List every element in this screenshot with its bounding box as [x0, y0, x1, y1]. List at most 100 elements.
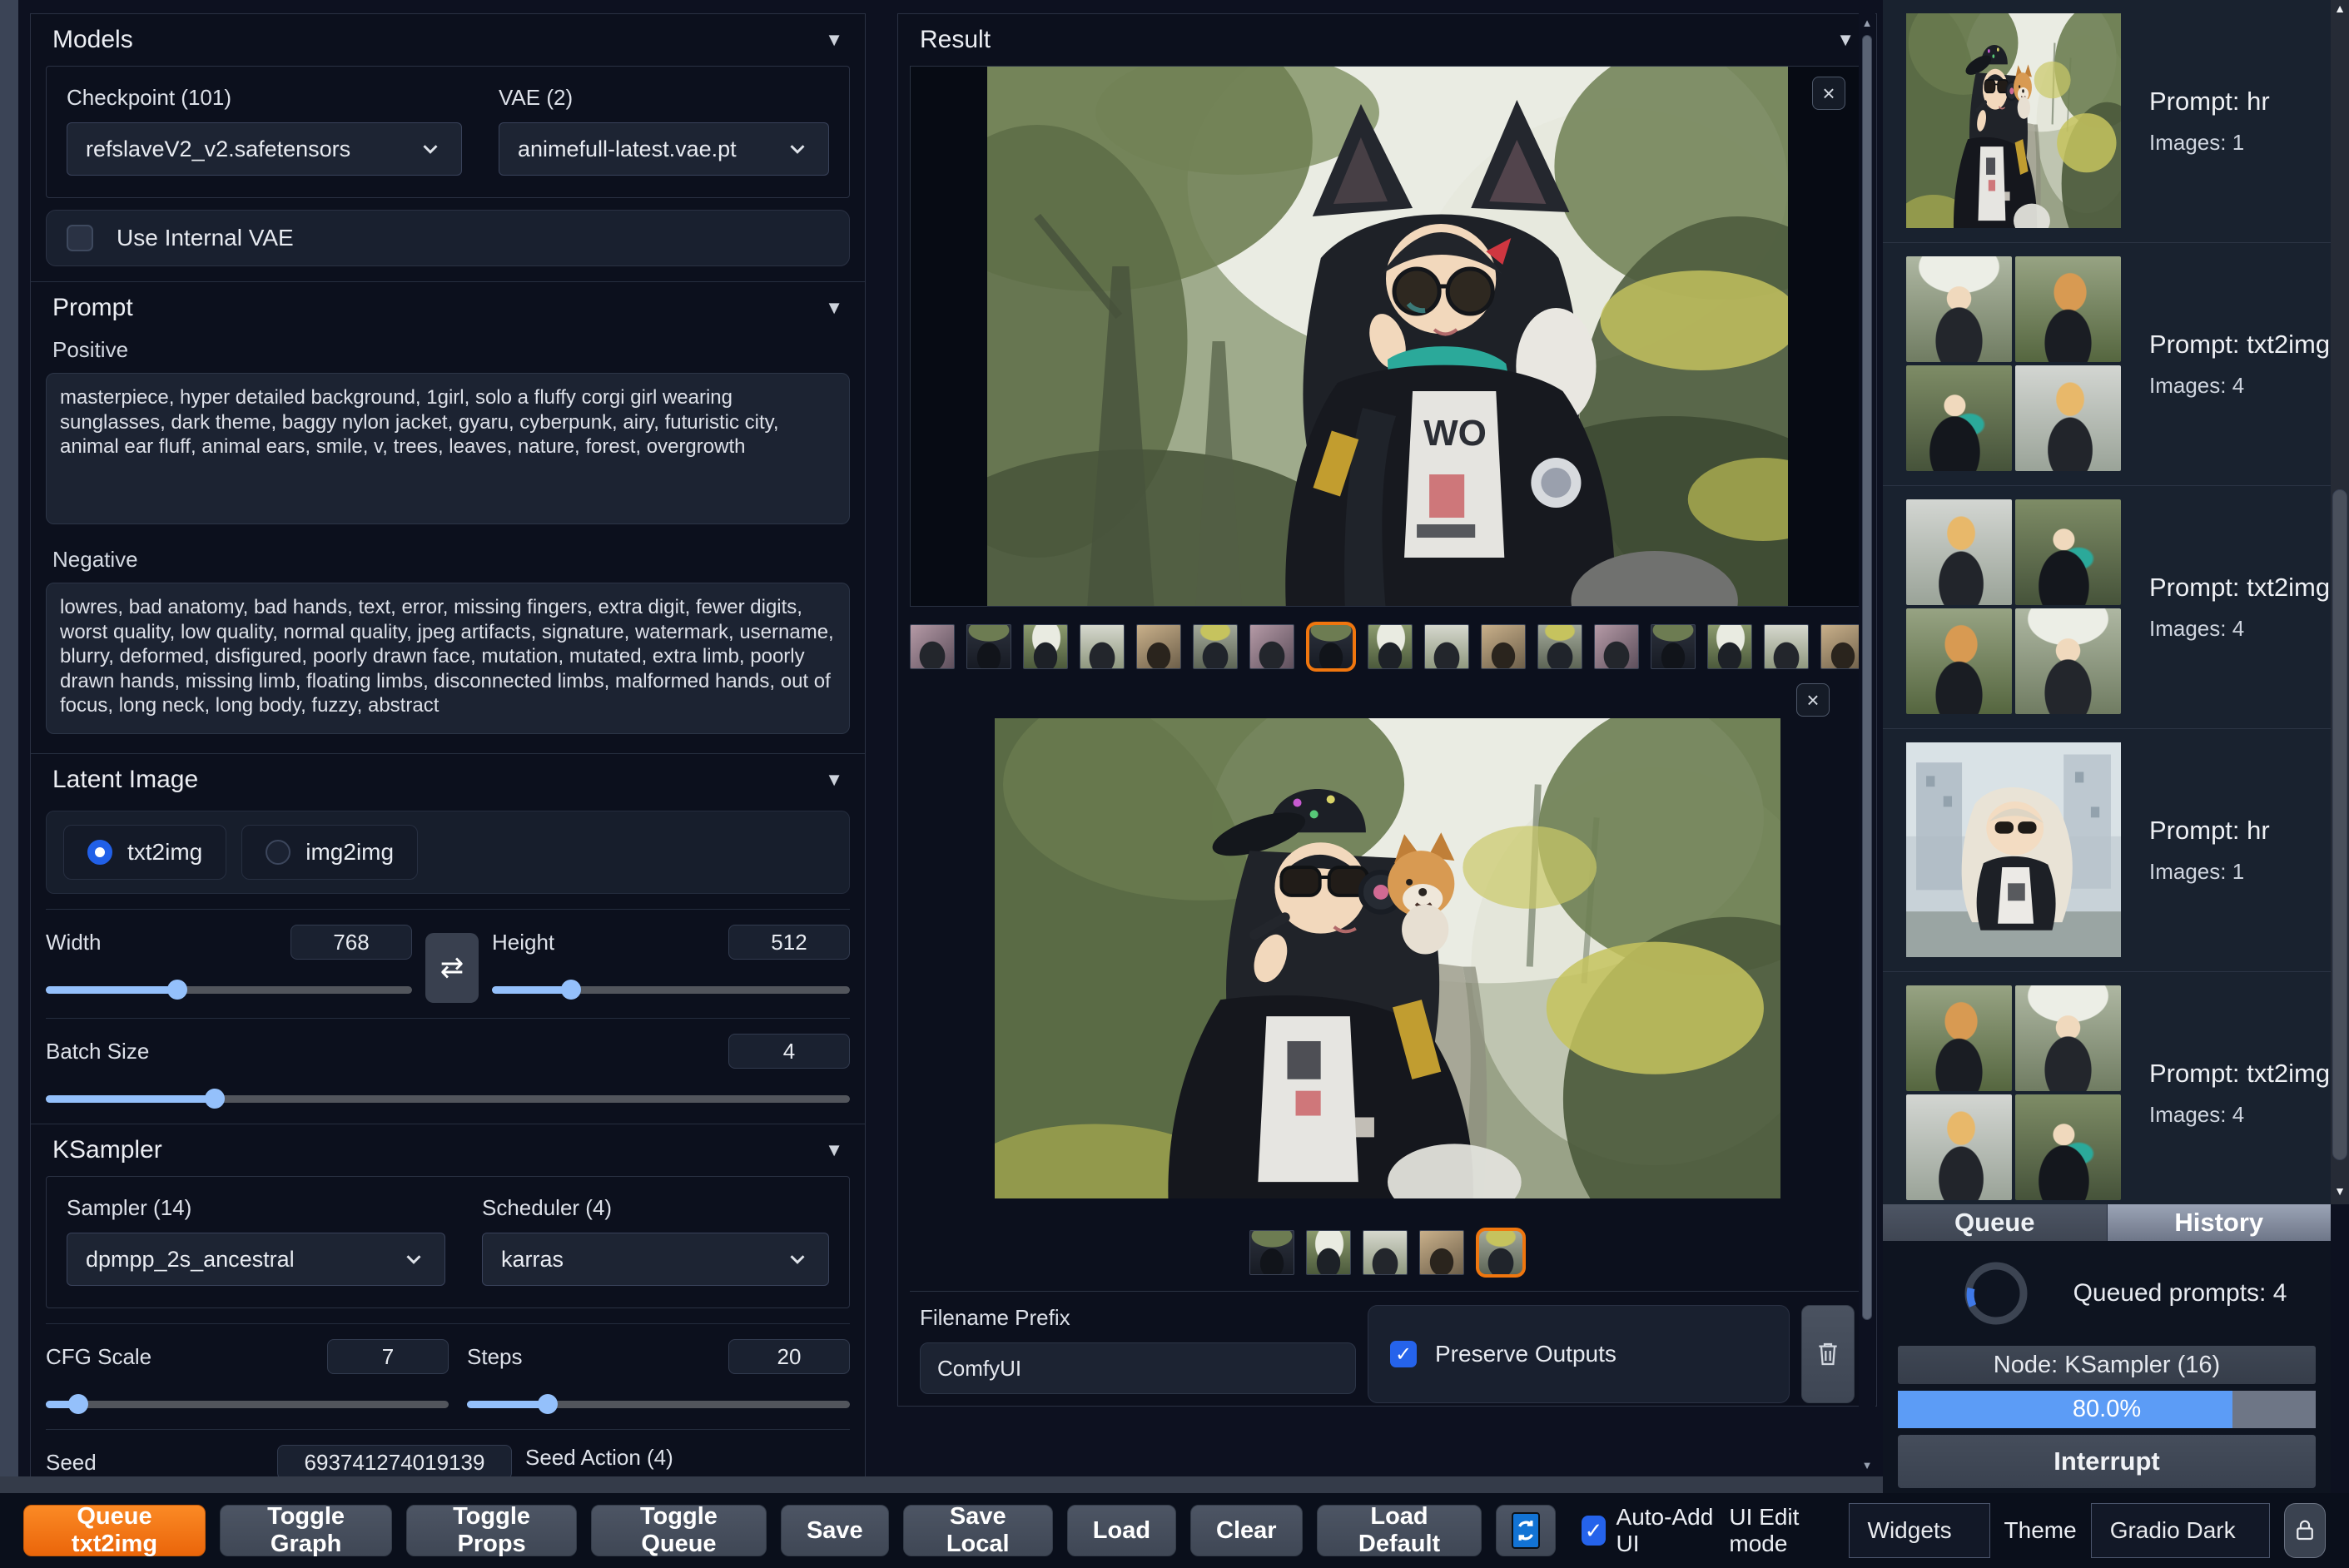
- positive-prompt-input[interactable]: masterpiece, hyper detailed background, …: [46, 373, 850, 524]
- txt2img-radio[interactable]: txt2img: [63, 825, 227, 880]
- gallery-thumbnail[interactable]: [1249, 1230, 1294, 1275]
- history-thumbnail-grid[interactable]: [1906, 256, 2121, 471]
- ui-edit-mode-label: UI Edit mode: [1729, 1504, 1800, 1556]
- preserve-outputs-row[interactable]: ✓ Preserve Outputs: [1368, 1305, 1790, 1403]
- history-item[interactable]: Prompt: txt2img Images: 4: [1883, 486, 2331, 729]
- tab-history[interactable]: History: [2107, 1204, 2331, 1241]
- gallery-thumbnail[interactable]: [1763, 624, 1809, 669]
- sampler-select[interactable]: dpmpp_2s_ancestral: [67, 1233, 445, 1286]
- toggle-props-button[interactable]: Toggle Props: [406, 1503, 577, 1557]
- checkpoint-select[interactable]: refslaveV2_v2.safetensors: [67, 122, 462, 176]
- current-node-text: Node: KSampler (16): [1898, 1346, 2316, 1384]
- tab-queue[interactable]: Queue: [1883, 1204, 2108, 1241]
- result-gallery-1[interactable]: [898, 613, 1876, 680]
- refresh-button[interactable]: [1496, 1505, 1557, 1556]
- height-value[interactable]: 512: [728, 925, 850, 960]
- img2img-radio[interactable]: img2img: [241, 825, 419, 880]
- collapse-icon[interactable]: ▼: [825, 1139, 843, 1161]
- history-scrollbar[interactable]: ▲ ▼: [2331, 0, 2349, 1204]
- gallery-thumbnail[interactable]: [1706, 624, 1752, 669]
- bottom-toolbar: Queue txt2img Toggle Graph Toggle Props …: [0, 1493, 2349, 1568]
- delete-outputs-button[interactable]: [1801, 1305, 1855, 1403]
- collapse-icon[interactable]: ▼: [825, 769, 843, 791]
- swap-dimensions-button[interactable]: ⇄: [425, 933, 479, 1003]
- toggle-queue-button[interactable]: Toggle Queue: [590, 1503, 767, 1557]
- steps-slider[interactable]: [467, 1394, 850, 1414]
- save-local-button[interactable]: Save Local: [902, 1503, 1053, 1557]
- seed-value[interactable]: 693741274019139: [277, 1445, 512, 1476]
- gallery-thumbnail[interactable]: [1079, 624, 1125, 669]
- width-slider[interactable]: [46, 980, 412, 1000]
- gallery-thumbnail[interactable]: [1305, 1230, 1351, 1275]
- cfg-scale-value[interactable]: 7: [327, 1339, 449, 1374]
- clear-button[interactable]: Clear: [1190, 1505, 1303, 1556]
- gallery-thumbnail[interactable]: [1135, 624, 1181, 669]
- gallery-thumbnail[interactable]: [1367, 624, 1413, 669]
- collapse-icon[interactable]: ▼: [1836, 29, 1855, 51]
- gallery-thumbnail[interactable]: [909, 624, 955, 669]
- result-scrollbar[interactable]: ▲ ▼: [1859, 13, 1875, 1475]
- result-image-1[interactable]: [987, 67, 1788, 606]
- collapse-icon[interactable]: ▼: [825, 29, 843, 51]
- height-slider[interactable]: [492, 980, 850, 1000]
- result-gallery-2[interactable]: [898, 1219, 1876, 1286]
- steps-value[interactable]: 20: [728, 1339, 850, 1374]
- scrollbar-thumb[interactable]: [2332, 489, 2347, 1160]
- load-default-button[interactable]: Load Default: [1316, 1503, 1482, 1557]
- theme-select[interactable]: Gradio Dark: [2090, 1503, 2270, 1558]
- result-image-2[interactable]: [995, 718, 1780, 1198]
- history-thumbnail[interactable]: [1906, 742, 2121, 957]
- history-item[interactable]: Prompt: hr Images: 1: [1883, 0, 2331, 243]
- gallery-thumbnail[interactable]: [1192, 624, 1238, 669]
- gallery-thumbnail[interactable]: [1249, 624, 1294, 669]
- history-thumbnail[interactable]: [1906, 13, 2121, 228]
- filename-prefix-input[interactable]: [920, 1342, 1356, 1394]
- batch-size-slider[interactable]: [46, 1089, 850, 1109]
- history-prompt: Prompt: hr: [2149, 816, 2270, 845]
- use-internal-vae-checkbox[interactable]: [67, 225, 93, 251]
- scroll-down-icon[interactable]: ▼: [1859, 1459, 1875, 1471]
- scroll-up-icon[interactable]: ▲: [1859, 17, 1875, 29]
- ui-edit-mode-select[interactable]: Widgets: [1848, 1503, 1990, 1558]
- scrollbar-thumb[interactable]: [1862, 35, 1872, 1320]
- preserve-outputs-checkbox[interactable]: ✓: [1390, 1341, 1417, 1367]
- gallery-thumbnail-selected[interactable]: [1475, 1228, 1526, 1278]
- history-thumbnail-grid[interactable]: [1906, 985, 2121, 1200]
- negative-prompt-input[interactable]: lowres, bad anatomy, bad hands, text, er…: [46, 583, 850, 734]
- close-icon[interactable]: ×: [1812, 77, 1845, 110]
- width-value[interactable]: 768: [291, 925, 412, 960]
- use-internal-vae-row[interactable]: Use Internal VAE: [46, 210, 850, 266]
- scroll-down-icon[interactable]: ▼: [2331, 1184, 2349, 1198]
- gallery-thumbnail[interactable]: [1537, 624, 1582, 669]
- history-thumbnail-grid[interactable]: [1906, 499, 2121, 714]
- cfg-scale-slider[interactable]: [46, 1394, 449, 1414]
- gallery-thumbnail[interactable]: [1480, 624, 1526, 669]
- history-item[interactable]: Prompt: hr Images: 1: [1883, 729, 2331, 972]
- history-item[interactable]: Prompt: txt2img Images: 4: [1883, 243, 2331, 486]
- auto-add-ui-checkbox[interactable]: ✓: [1582, 1516, 1606, 1546]
- scheduler-select[interactable]: karras: [482, 1233, 829, 1286]
- history-item[interactable]: Prompt: txt2img Images: 4: [1883, 972, 2331, 1204]
- models-title: Models: [52, 26, 133, 53]
- gallery-thumbnail-selected[interactable]: [1305, 622, 1356, 672]
- scroll-up-icon[interactable]: ▲: [2331, 2, 2349, 15]
- toggle-graph-button[interactable]: Toggle Graph: [219, 1503, 393, 1557]
- left-scrollbar[interactable]: [0, 0, 18, 1476]
- save-button[interactable]: Save: [780, 1505, 889, 1556]
- gallery-thumbnail[interactable]: [966, 624, 1011, 669]
- vae-select[interactable]: animefull-latest.vae.pt: [499, 122, 829, 176]
- load-button[interactable]: Load: [1066, 1505, 1177, 1556]
- gallery-thumbnail[interactable]: [1362, 1230, 1408, 1275]
- gallery-thumbnail[interactable]: [1022, 624, 1068, 669]
- close-icon[interactable]: ×: [1796, 683, 1830, 717]
- gallery-thumbnail[interactable]: [1593, 624, 1639, 669]
- history-image-count: Images: 4: [2149, 616, 2245, 641]
- collapse-icon[interactable]: ▼: [825, 297, 843, 319]
- batch-size-value[interactable]: 4: [728, 1034, 850, 1069]
- queue-txt2img-button[interactable]: Queue txt2img: [23, 1503, 206, 1557]
- lock-button[interactable]: [2283, 1503, 2326, 1558]
- interrupt-button[interactable]: Interrupt: [1898, 1435, 2316, 1488]
- gallery-thumbnail[interactable]: [1650, 624, 1696, 669]
- gallery-thumbnail[interactable]: [1423, 624, 1469, 669]
- gallery-thumbnail[interactable]: [1418, 1230, 1464, 1275]
